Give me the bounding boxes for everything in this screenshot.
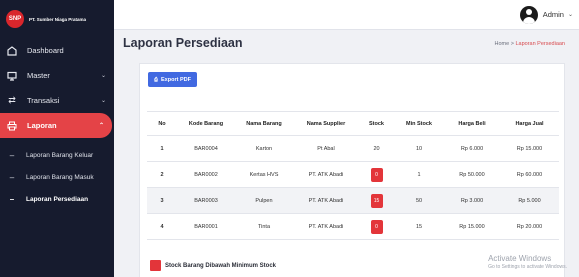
dash-icon: – <box>9 150 15 160</box>
column-header: Stock <box>359 111 394 136</box>
table-row: 1 BAR0004 Karton Pt Abal 20 10 Rp 6.000 … <box>147 135 559 162</box>
monitor-icon <box>6 70 18 82</box>
cell-nama-supplier: PT. ATK Abadi <box>293 187 359 214</box>
cell-stock: 0 <box>359 161 394 188</box>
sidebar: SNP PT. Sumber Niaga Pratama Dashboard M… <box>0 0 114 277</box>
column-header: Nama Barang <box>235 111 293 136</box>
column-header: Harga Jual <box>500 111 559 136</box>
chevron-down-icon: ⌄ <box>100 98 106 104</box>
inventory-table: No Kode Barang Nama Barang Nama Supplier… <box>147 111 559 240</box>
low-stock-badge: 15 <box>370 193 383 208</box>
low-stock-badge: 0 <box>370 167 383 182</box>
dash-icon: – <box>9 194 15 204</box>
column-header: Kode Barang <box>177 111 235 136</box>
sidebar-item-transaksi[interactable]: ⇄ Transaksi ⌄ <box>0 88 114 113</box>
breadcrumb-home[interactable]: Home <box>495 41 510 47</box>
subitem-label: Laporan Persediaan <box>26 195 89 203</box>
watermark-subtitle: Go to Settings to activate Windows. <box>488 264 567 270</box>
company-logo: SNP <box>6 10 24 28</box>
cell-harga-jual: Rp 20.000 <box>500 213 559 240</box>
activate-windows-watermark: Activate Windows Go to Settings to activ… <box>488 254 567 270</box>
column-header: Harga Beli <box>444 111 500 136</box>
cell-nama-supplier: PT. ATK Abadi <box>293 213 359 240</box>
transfer-icon: ⇄ <box>8 95 16 105</box>
cell-stock: 15 <box>359 187 394 214</box>
cell-no: 4 <box>147 213 177 240</box>
cell-harga-jual: Rp 15.000 <box>500 135 559 162</box>
breadcrumb-current: Laporan Persediaan <box>515 41 565 47</box>
legend-swatch <box>150 260 161 271</box>
cell-kode-barang: BAR0003 <box>177 187 235 214</box>
low-stock-badge: 0 <box>370 219 383 234</box>
sidebar-item-dashboard[interactable]: Dashboard <box>0 38 114 63</box>
cell-kode-barang: BAR0004 <box>177 135 235 162</box>
column-header: No <box>147 111 177 136</box>
cell-min-stock: 10 <box>394 135 444 162</box>
stock-legend: Stock Barang Dibawah Minimum Stock <box>150 260 276 271</box>
subitem-laporan-barang-masuk[interactable]: – Laporan Barang Masuk <box>0 166 114 188</box>
chevron-up-icon: ⌃ <box>98 123 104 129</box>
cell-kode-barang: BAR0002 <box>177 161 235 188</box>
cell-no: 1 <box>147 135 177 162</box>
cell-no: 3 <box>147 187 177 214</box>
brand[interactable]: SNP PT. Sumber Niaga Pratama <box>0 0 114 38</box>
cell-kode-barang: BAR0001 <box>177 213 235 240</box>
cell-no: 2 <box>147 161 177 188</box>
page-title: Laporan Persediaan <box>123 36 243 50</box>
cell-stock: 20 <box>359 135 394 162</box>
cell-min-stock: 15 <box>394 213 444 240</box>
cell-harga-beli: Rp 6.000 <box>444 135 500 162</box>
cell-harga-beli: Rp 3.000 <box>444 187 500 214</box>
export-pdf-label: Export PDF <box>161 76 191 83</box>
chevron-down-icon: ⌄ <box>100 73 106 79</box>
cell-nama-barang: Pulpen <box>235 187 293 214</box>
company-name: PT. Sumber Niaga Pratama <box>29 16 87 22</box>
breadcrumb: Home > Laporan Persediaan <box>495 41 566 47</box>
cell-min-stock: 1 <box>394 161 444 188</box>
cell-stock: 0 <box>359 213 394 240</box>
chevron-down-icon[interactable]: ⌄ <box>568 11 573 18</box>
subitem-laporan-persediaan[interactable]: – Laporan Persediaan <box>0 188 114 210</box>
sidebar-item-laporan[interactable]: Laporan ⌃ <box>0 113 112 138</box>
sidebar-item-master[interactable]: Master ⌄ <box>0 63 114 88</box>
cell-harga-beli: Rp 15.000 <box>444 213 500 240</box>
table-row: 2 BAR0002 Kertas HVS PT. ATK Abadi 0 1 R… <box>147 161 559 188</box>
table-header-row: No Kode Barang Nama Barang Nama Supplier… <box>147 111 559 136</box>
subitem-laporan-barang-keluar[interactable]: – Laporan Barang Keluar <box>0 144 114 166</box>
table-row: 4 BAR0001 Tinta PT. ATK Abadi 0 15 Rp 15… <box>147 213 559 240</box>
subitem-label: Laporan Barang Keluar <box>26 151 94 159</box>
breadcrumb-separator: > <box>510 41 514 47</box>
column-header: Nama Supplier <box>293 111 359 136</box>
topbar: Admin ⌄ <box>114 0 579 30</box>
cell-nama-barang: Kertas HVS <box>235 161 293 188</box>
sidebar-item-label: Transaksi <box>27 96 60 105</box>
cell-nama-barang: Karton <box>235 135 293 162</box>
user-avatar-icon[interactable] <box>519 5 538 24</box>
cell-nama-supplier: PT. ATK Abadi <box>293 161 359 188</box>
cell-harga-beli: Rp 50.000 <box>444 161 500 188</box>
watermark-title: Activate Windows <box>488 254 552 263</box>
report-card: ⎙ Export PDF No Kode Barang Nama Barang … <box>139 63 565 277</box>
cell-nama-supplier: Pt Abal <box>293 135 359 162</box>
cell-harga-jual: Rp 60.000 <box>500 161 559 188</box>
legend-label: Stock Barang Dibawah Minimum Stock <box>165 262 277 269</box>
export-pdf-button[interactable]: ⎙ Export PDF <box>148 72 197 87</box>
user-name[interactable]: Admin <box>543 10 564 19</box>
sidebar-item-label: Dashboard <box>27 46 64 55</box>
sidebar-item-label: Master <box>27 71 50 80</box>
sidebar-item-label: Laporan <box>27 121 57 130</box>
print-icon <box>6 120 18 132</box>
subitem-label: Laporan Barang Masuk <box>26 173 94 181</box>
cell-nama-barang: Tinta <box>235 213 293 240</box>
dash-icon: – <box>9 172 15 182</box>
dashboard-icon <box>6 45 18 57</box>
column-header: Min Stock <box>394 111 444 136</box>
table-row: 3 BAR0003 Pulpen PT. ATK Abadi 15 50 Rp … <box>147 187 559 214</box>
cell-harga-jual: Rp 5.000 <box>500 187 559 214</box>
print-icon: ⎙ <box>154 76 159 83</box>
cell-min-stock: 50 <box>394 187 444 214</box>
